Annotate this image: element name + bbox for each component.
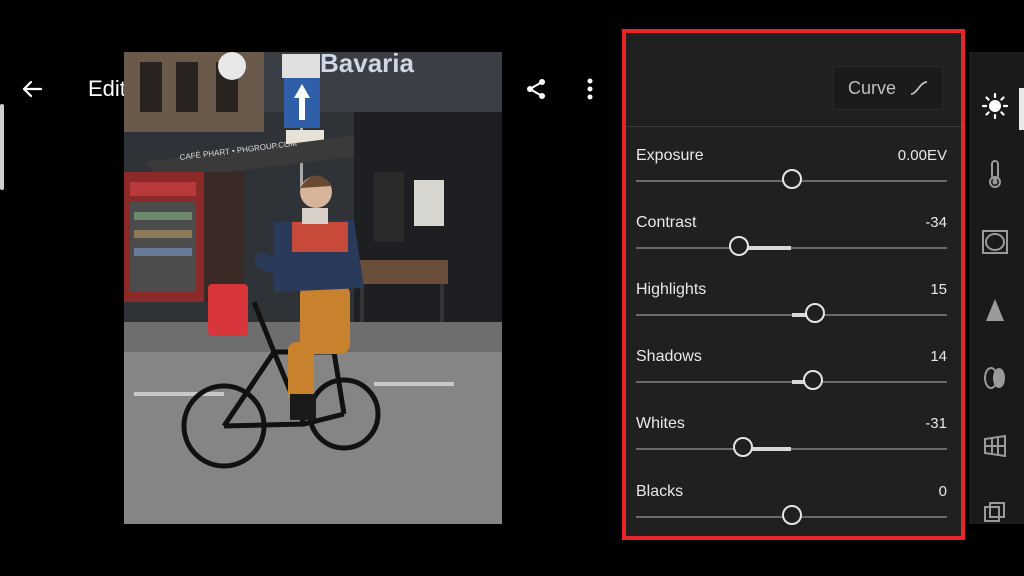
slider-value: -34 <box>925 214 947 231</box>
active-tool-indicator <box>1019 88 1024 130</box>
curve-icon <box>910 81 928 95</box>
slider-thumb[interactable] <box>781 505 802 525</box>
shop-sign-text: Bavaria <box>320 52 414 78</box>
lens-icon <box>984 367 1005 389</box>
more-vertical-icon <box>587 78 593 100</box>
slider-track[interactable] <box>636 247 947 249</box>
slider-label: Blacks <box>636 483 684 500</box>
thermometer-icon <box>989 160 1001 188</box>
slider-thumb[interactable] <box>804 303 825 323</box>
photo-preview[interactable]: Bavaria CAFÉ PHART • PHGROUP.COM <box>124 52 502 524</box>
more-options-button[interactable] <box>578 62 602 116</box>
slider-value: 0.00EV <box>897 147 947 164</box>
photo-scene-illustration: Bavaria CAFÉ PHART • PHGROUP.COM <box>124 52 502 524</box>
slider-value: 15 <box>930 281 947 298</box>
curve-label: Curve <box>847 77 896 98</box>
light-adjustment-panel: Curve Exposure 0.00EV Contrast -34 Highl… <box>622 29 965 540</box>
slider-label: Contrast <box>636 214 697 231</box>
curve-button[interactable]: Curve <box>833 66 943 110</box>
slider-track[interactable] <box>636 448 947 450</box>
detail-tool-button[interactable] <box>979 294 1011 326</box>
slider-value: -31 <box>925 415 947 432</box>
presets-tool-button[interactable] <box>979 498 1011 524</box>
shadows-slider: Shadows 14 <box>636 348 947 408</box>
geometry-grid-icon <box>984 434 1006 458</box>
share-icon <box>527 79 545 99</box>
panel-divider <box>626 126 961 127</box>
slider-thumb[interactable] <box>803 370 824 390</box>
slider-value: 0 <box>938 483 947 500</box>
slider-thumb[interactable] <box>781 169 802 189</box>
contrast-slider: Contrast -34 <box>636 214 947 274</box>
sun-icon <box>981 92 1009 120</box>
slider-thumb[interactable] <box>728 236 749 256</box>
slider-label: Shadows <box>636 348 702 365</box>
effects-tool-button[interactable] <box>979 226 1011 258</box>
share-button[interactable] <box>520 62 552 116</box>
optics-tool-button[interactable] <box>979 362 1011 394</box>
highlights-slider: Highlights 15 <box>636 281 947 341</box>
slider-value: 14 <box>930 348 947 365</box>
back-button[interactable] <box>12 62 52 116</box>
layers-icon <box>984 502 1005 522</box>
slider-thumb[interactable] <box>733 437 754 457</box>
back-arrow-icon <box>22 80 43 98</box>
slider-label: Exposure <box>636 147 704 164</box>
light-tool-button[interactable] <box>979 90 1011 122</box>
geometry-tool-button[interactable] <box>979 430 1011 462</box>
edit-label: Edit <box>88 76 126 101</box>
exposure-slider: Exposure 0.00EV <box>636 147 947 207</box>
detail-triangle-icon <box>986 299 1004 321</box>
blacks-slider: Blacks 0 <box>636 483 947 536</box>
whites-slider: Whites -31 <box>636 415 947 475</box>
slider-label: Highlights <box>636 281 707 298</box>
vignette-icon <box>982 230 1008 254</box>
slider-label: Whites <box>636 415 685 432</box>
edit-tools-strip <box>969 52 1024 524</box>
color-tool-button[interactable] <box>979 158 1011 190</box>
scroll-indicator[interactable] <box>0 104 4 190</box>
